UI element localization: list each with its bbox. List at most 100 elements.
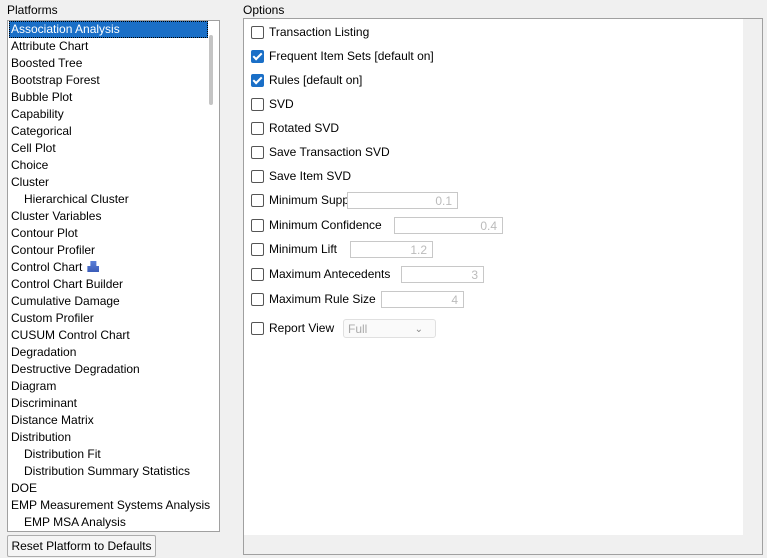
platform-item-label: Cluster — [11, 175, 50, 189]
platform-item-label: Distribution Summary Statistics — [24, 464, 191, 478]
platform-list-item[interactable]: Bubble Plot — [9, 89, 208, 106]
option-value-input[interactable]: 0.1 — [347, 192, 458, 209]
option-label: Minimum Confidence — [269, 218, 382, 232]
platform-item-label: EMP MSA Analysis — [24, 515, 126, 529]
platforms-list[interactable]: Association Analysis Attribute Chart Boost… — [7, 20, 220, 532]
select-value: Full — [348, 322, 368, 336]
platform-item-label: DOE — [11, 481, 38, 495]
option-label: Rules [default on] — [269, 73, 363, 87]
option-row: Report View — [251, 319, 334, 337]
option-row: Save Item SVD — [251, 167, 351, 185]
option-row: Maximum Antecedents — [251, 265, 390, 283]
platform-list-item[interactable]: Hierarchical Cluster — [9, 191, 219, 208]
platform-item-label: Distribution — [11, 430, 72, 444]
option-row: Save Transaction SVD — [251, 143, 390, 161]
option-row: Transaction Listing — [251, 23, 369, 41]
platform-item-label: Bootstrap Forest — [11, 73, 100, 87]
scrollbar-thumb[interactable] — [209, 35, 213, 105]
reset-platform-button[interactable]: Reset Platform to Defaults — [7, 535, 156, 557]
option-checkbox[interactable] — [251, 169, 264, 183]
platform-list-item[interactable]: Control Chart Builder — [9, 276, 208, 293]
platform-item-label: Destructive Degradation — [11, 362, 140, 376]
platform-list-item[interactable]: Diagram — [9, 378, 208, 395]
platform-list-item[interactable]: Choice — [9, 157, 208, 174]
platform-list-item[interactable]: Distribution Fit — [9, 446, 219, 463]
option-checkbox[interactable] — [251, 218, 264, 232]
option-checkbox[interactable] — [251, 292, 264, 306]
option-row: Rotated SVD — [251, 119, 339, 137]
platform-item-label: Control Chart — [11, 260, 83, 274]
option-value-input[interactable]: 1.2 — [350, 241, 433, 258]
option-checkbox[interactable] — [251, 267, 264, 281]
option-value-input[interactable]: 0.4 — [394, 217, 503, 234]
option-label: Maximum Rule Size — [269, 292, 376, 306]
platform-list-item[interactable]: Attribute Chart — [9, 38, 208, 55]
platform-list-item[interactable]: EMP MSA Analysis — [9, 514, 219, 531]
option-label: Minimum Lift — [269, 242, 338, 256]
platform-list-item[interactable]: DOE — [9, 480, 208, 497]
platform-item-label: Cluster Variables — [11, 209, 102, 223]
option-label: Transaction Listing — [269, 25, 370, 39]
options-label: Options — [243, 3, 285, 17]
platform-list-item[interactable]: Degradation — [9, 344, 208, 361]
platform-item-label: EMP Measurement Systems Analysis — [11, 498, 211, 512]
platform-item-label: Association Analysis — [11, 22, 120, 36]
platform-list-item[interactable]: Distribution Summary Statistics — [9, 463, 219, 480]
platform-list-item[interactable]: Association Analysis — [9, 21, 208, 38]
platform-list-item[interactable]: Distance Matrix — [9, 412, 208, 429]
option-checkbox[interactable] — [251, 121, 264, 135]
option-checkbox[interactable] — [251, 193, 264, 207]
chevron-down-icon: ⌄ — [414, 324, 423, 335]
option-row: Minimum Lift — [251, 240, 337, 258]
platform-list-item[interactable]: Distribution — [9, 429, 208, 446]
platform-list-item[interactable]: Destructive Degradation — [9, 361, 208, 378]
option-value-input[interactable]: 3 — [401, 266, 484, 283]
platform-item-label: Contour Profiler — [11, 243, 96, 257]
option-row: Minimum Confidence — [251, 216, 382, 234]
platform-list-item[interactable]: Contour Profiler — [9, 242, 208, 259]
report-view-select[interactable]: Full ⌄ — [343, 319, 436, 338]
platform-list-item[interactable]: Discriminant — [9, 395, 208, 412]
option-checkbox[interactable] — [251, 25, 264, 39]
platform-list-item[interactable]: Categorical — [9, 123, 208, 140]
platform-list-item[interactable]: Bootstrap Forest — [9, 72, 208, 89]
option-checkbox[interactable] — [251, 97, 264, 111]
platform-list-item[interactable]: Cluster Variables — [9, 208, 208, 225]
platform-item-label: Boosted Tree — [11, 56, 83, 70]
option-row: Frequent Item Sets [default on] — [251, 47, 434, 65]
platform-list-item[interactable]: Cluster — [9, 174, 208, 191]
option-label: Frequent Item Sets [default on] — [269, 49, 434, 63]
platform-item-label: Distribution Fit — [24, 447, 101, 461]
platform-list-item[interactable]: Capability — [9, 106, 208, 123]
platform-list-item[interactable]: Contour Plot — [9, 225, 208, 242]
option-label: Report View — [269, 321, 335, 335]
platform-list-item[interactable]: Boosted Tree — [9, 55, 208, 72]
option-checkbox[interactable] — [251, 49, 264, 63]
platform-list-item[interactable]: EMP Measurement Systems Analysis — [9, 497, 211, 514]
platform-list-item[interactable]: CUSUM Control Chart — [9, 327, 208, 344]
platform-list-item[interactable]: Cell Plot — [9, 140, 208, 157]
option-value-input[interactable]: 4 — [381, 291, 464, 308]
platform-list-item[interactable]: Control Chart — [9, 259, 208, 276]
option-row: Maximum Rule Size — [251, 290, 376, 308]
option-checkbox[interactable] — [251, 242, 264, 256]
platform-item-label: Attribute Chart — [11, 39, 89, 53]
platform-list-item[interactable]: Custom Profiler — [9, 310, 208, 327]
platform-item-label: Control Chart Builder — [11, 277, 124, 291]
platform-item-label: Custom Profiler — [11, 311, 94, 325]
option-label: Save Transaction SVD — [269, 145, 390, 159]
platform-item-label: Capability — [11, 107, 64, 121]
platform-item-label: Cumulative Damage — [11, 294, 120, 308]
platform-item-label: Diagram — [11, 379, 57, 393]
option-checkbox[interactable] — [251, 145, 264, 159]
platform-item-label: Choice — [11, 158, 49, 172]
option-checkbox[interactable] — [251, 321, 264, 335]
option-row: Rules [default on] — [251, 71, 362, 89]
platform-list-item[interactable]: Cumulative Damage — [9, 293, 208, 310]
option-checkbox[interactable] — [251, 73, 264, 87]
cubes-icon — [87, 261, 100, 272]
option-row: SVD — [251, 95, 294, 113]
option-label: Maximum Antecedents — [269, 267, 391, 281]
platform-item-label: Hierarchical Cluster — [24, 192, 129, 206]
platform-item-label: Distance Matrix — [11, 413, 94, 427]
